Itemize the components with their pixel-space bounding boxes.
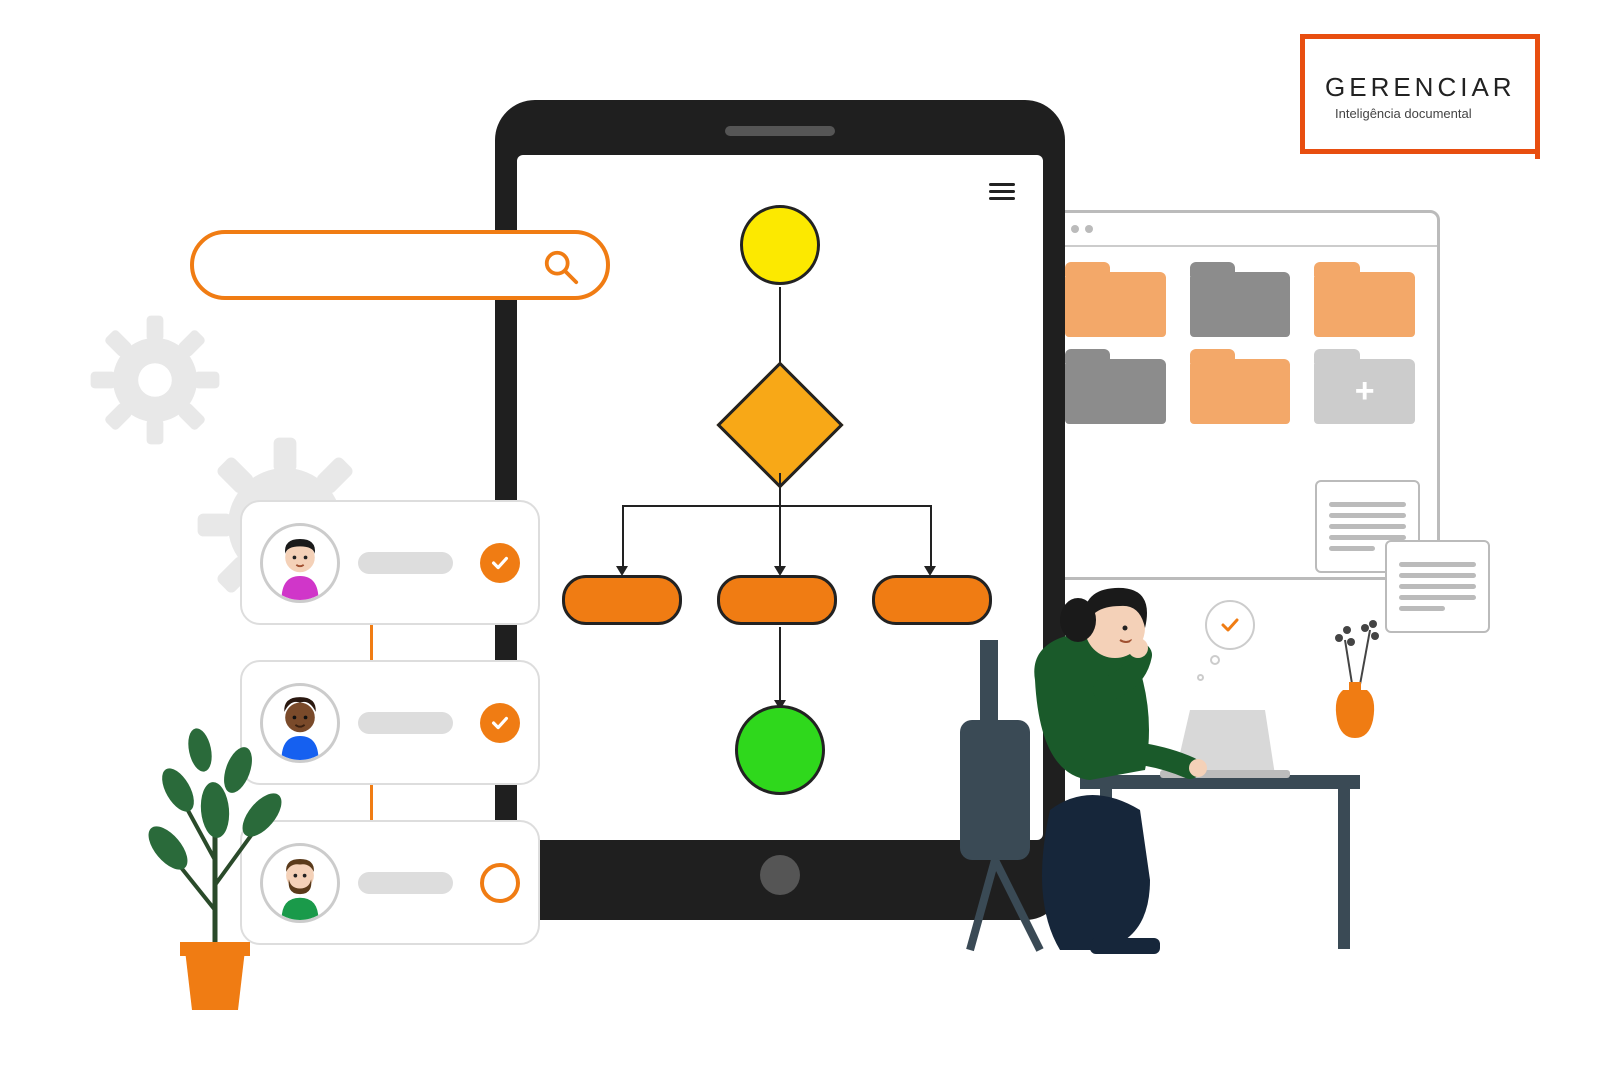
flow-start-node [740,205,820,285]
search-icon [542,248,580,286]
empty-circle-icon [480,863,520,903]
user-card [240,500,540,625]
flow-end-node [735,705,825,795]
placeholder-line [358,552,453,574]
logo-subtitle: Inteligência documental [1335,106,1472,121]
tablet-home-button [760,855,800,895]
folder-icon [1190,359,1291,424]
flow-process-node [562,575,682,625]
person-at-desk-illustration [940,520,1360,960]
logo-title: GERENCIAR [1325,72,1516,103]
check-circle-icon [480,703,520,743]
flow-process-node [717,575,837,625]
placeholder-line [358,872,453,894]
flow-decision-node [716,361,843,488]
folder-icon [1065,359,1166,424]
placeholder-line [358,712,453,734]
folder-icon [1065,272,1166,337]
browser-titlebar [1043,213,1437,247]
folder-icon [1314,272,1415,337]
document-icon [1385,540,1490,633]
brand-logo: GERENCIAR Inteligência documental [1280,34,1540,154]
avatar [260,523,340,603]
folder-icon [1190,272,1291,337]
search-bar [190,230,610,300]
gear-icon [85,310,225,450]
check-circle-icon [480,543,520,583]
add-folder-icon: + [1314,359,1415,424]
potted-plant-icon [130,710,300,1020]
